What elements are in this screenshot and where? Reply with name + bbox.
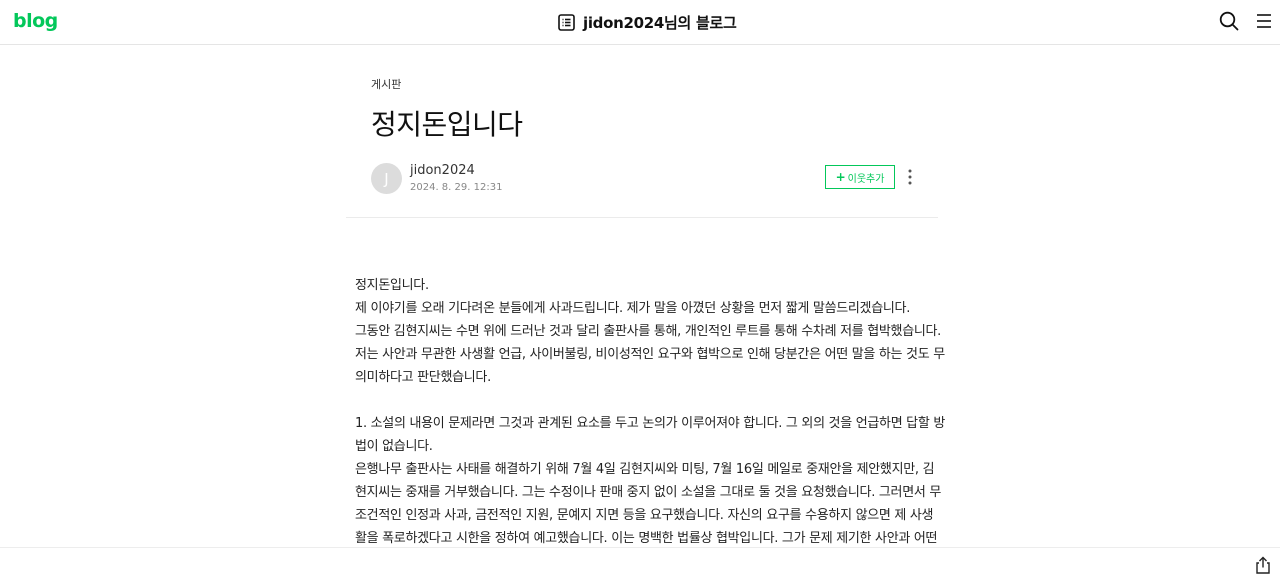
body-line: 1. 소설의 내용이 문제라면 그것과 관계된 요소를 두고 논의가 이루어져야…: [355, 416, 945, 431]
avatar[interactable]: J: [371, 163, 402, 194]
more-options-icon[interactable]: [904, 168, 916, 186]
body-line: 그동안 김현지씨는 수면 위에 드러난 것과 달리 출판사를 통해, 개인적인 …: [355, 324, 942, 339]
body-line: 조건적인 인정과 사과, 금전적인 지원, 문예지 지면 등을 요구했습니다. …: [355, 508, 934, 523]
blog-title-text: jidon2024님의 블로그: [583, 13, 737, 32]
body-line: 의미하다고 판단했습니다.: [355, 370, 491, 385]
add-neighbor-button[interactable]: + 이웃추가: [825, 165, 895, 189]
post-body: 정지돈입니다. 제 이야기를 오래 기다려온 분들에게 사과드립니다. 제가 말…: [355, 274, 945, 550]
add-neighbor-label: 이웃추가: [847, 173, 885, 185]
body-line: 현지씨는 중재를 거부했습니다. 그는 수정이나 판매 중지 없이 소설을 그대…: [355, 485, 942, 500]
menu-icon[interactable]: [1256, 13, 1272, 29]
header-divider: [346, 217, 938, 218]
plus-icon: +: [835, 170, 846, 184]
blog-logo[interactable]: blog: [13, 10, 58, 32]
avatar-letter: J: [384, 169, 389, 188]
post-category[interactable]: 게시판: [371, 76, 401, 92]
top-bar: blog jidon2024님의 블로그: [0, 0, 1280, 45]
list-icon: [558, 13, 575, 31]
body-line: 저는 사안과 무관한 사생활 언급, 사이버불링, 비이성적인 요구와 협박으로…: [355, 347, 945, 362]
share-icon[interactable]: [1254, 556, 1272, 574]
blog-title-link[interactable]: jidon2024님의 블로그: [558, 11, 737, 33]
body-line: 은행나무 출판사는 사태를 해결하기 위해 7월 4일 김현지씨와 미팅, 7월…: [355, 462, 935, 477]
search-icon[interactable]: [1219, 11, 1239, 31]
body-line: 법이 없습니다.: [355, 439, 433, 454]
body-line: 제 이야기를 오래 기다려온 분들에게 사과드립니다. 제가 말을 아꼈던 상황…: [355, 301, 911, 316]
author-name[interactable]: jidon2024: [410, 163, 475, 178]
bottom-bar: [0, 547, 1280, 577]
body-line: 정지돈입니다.: [355, 278, 429, 293]
post-title: 정지돈입니다: [371, 108, 523, 141]
post-date: 2024. 8. 29. 12:31: [410, 182, 503, 193]
